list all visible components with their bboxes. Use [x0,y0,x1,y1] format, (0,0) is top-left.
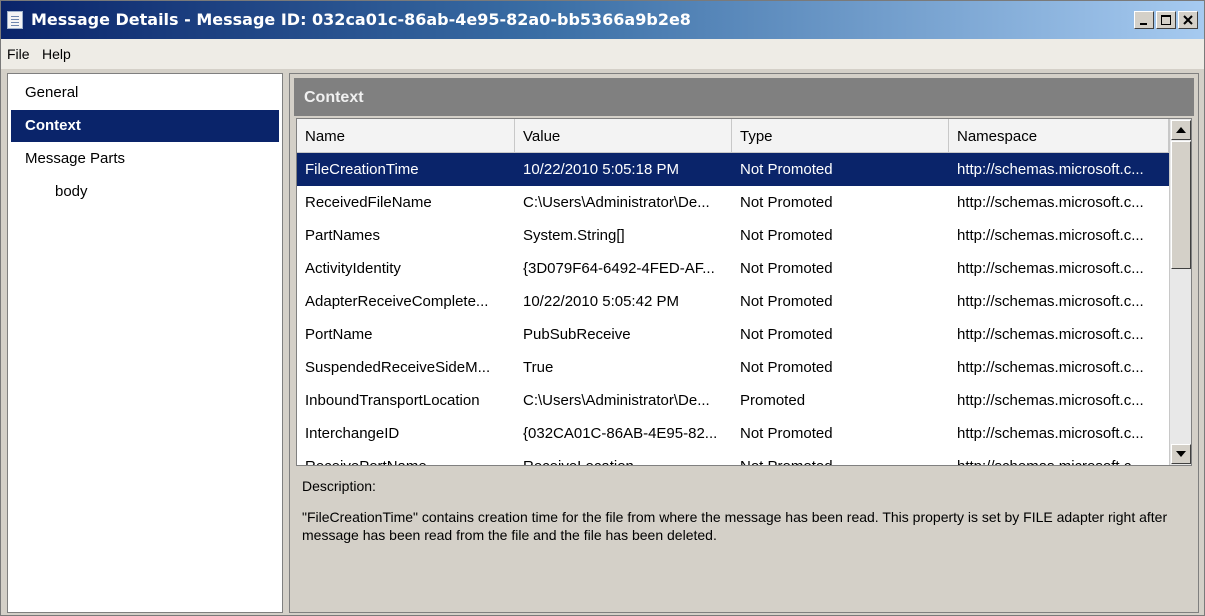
menu-bar: File Help [1,39,1204,69]
column-header-namespace[interactable]: Namespace [949,119,1169,152]
cell-name: InterchangeID [305,425,400,442]
close-button[interactable] [1178,11,1198,29]
close-icon [1183,15,1193,25]
cell-namespace: http://schemas.microsoft.c... [957,293,1144,310]
cell-type: Not Promoted [740,425,833,442]
cell-type: Not Promoted [740,227,833,244]
column-header-type[interactable]: Type [732,119,949,152]
table-row[interactable]: SuspendedReceiveSideM... True Not Promoted… [297,351,1169,384]
minimize-button[interactable] [1134,11,1154,29]
cell-type: Not Promoted [740,326,833,343]
description-label: Description: [302,478,376,494]
cell-type: Not Promoted [740,260,833,277]
cell-value: True [523,359,554,376]
cell-namespace: http://schemas.microsoft.c... [957,260,1144,277]
menu-help[interactable]: Help [42,46,71,62]
cell-type: Not Promoted [740,161,833,178]
table-row[interactable]: AdapterReceiveComplete... 10/22/2010 5:05… [297,285,1169,318]
cell-value: C:\Users\Administrator\De... [523,392,710,409]
table-row[interactable]: InboundTransportLocation C:\Users\Adminis… [297,384,1169,417]
title-bar[interactable]: Message Details - Message ID: 032ca01c-8… [1,1,1204,39]
cell-type: Not Promoted [740,359,833,376]
arrow-down-icon [1176,451,1186,457]
window-controls [1134,11,1198,29]
window-title: Message Details - Message ID: 032ca01c-8… [31,10,691,29]
cell-namespace: http://schemas.microsoft.c... [957,326,1144,343]
grid-header: Name Value Type Namespace [297,119,1169,153]
table-row[interactable]: ReceivedFileName C:\Users\Administrator\D… [297,186,1169,219]
table-row[interactable]: ActivityIdentity {3D079F64-6492-4FED-AF..… [297,252,1169,285]
cell-name: FileCreationTime [305,161,419,178]
cell-name: ReceivePortName [297,450,515,465]
cell-type: Promoted [740,392,806,409]
navigation-pane: General Context Message Parts body [7,73,283,613]
vertical-scrollbar[interactable] [1169,119,1191,465]
cell-value: System.String[] [523,227,625,244]
cell-value: 10/22/2010 5:05:18 PM [523,161,679,178]
cell-name: SuspendedReceiveSideM... [305,359,491,376]
message-details-window: Message Details - Message ID: 032ca01c-8… [0,0,1205,616]
cell-value: ReceiveLocation... [515,450,732,465]
description-text: "FileCreationTime" contains creation tim… [302,509,1168,543]
cell-name: ReceivedFileName [305,194,432,211]
arrow-up-icon [1176,127,1186,133]
context-header: Context [294,78,1194,116]
maximize-button[interactable] [1156,11,1176,29]
table-row[interactable]: ReceivePortNameReceiveLocation...Not Pro… [297,450,1169,465]
maximize-icon [1161,15,1171,25]
cell-value: 10/22/2010 5:05:42 PM [523,293,679,310]
cell-type: Not Promoted [732,450,949,465]
table-row[interactable]: InterchangeID {032CA01C-86AB-4E95-82... No… [297,417,1169,450]
description-panel: Description: "FileCreationTime" contains… [302,478,1182,544]
scroll-down-button[interactable] [1171,444,1191,464]
context-pane: Context Name Value Type Namespace FileCr… [289,73,1199,613]
cell-namespace: http://schemas.microsoft.c... [957,425,1144,442]
table-row[interactable]: FileCreationTime 10/22/2010 5:05:18 PM Not… [297,153,1169,186]
cell-value: PubSubReceive [523,326,631,343]
table-row[interactable]: PortName PubSubReceive Not Promoted http://… [297,318,1169,351]
nav-item-body[interactable]: body [11,176,279,208]
cell-value: {032CA01C-86AB-4E95-82... [523,425,718,442]
cell-namespace: http://schemas.microsoft.c... [957,161,1144,178]
cell-namespace: http://schemas.microsoft.c... [957,392,1144,409]
menu-file[interactable]: File [7,46,30,62]
nav-item-context[interactable]: Context [11,110,279,142]
cell-namespace: http://schemas.microsoft.c... [957,359,1144,376]
grid-body: FileCreationTime 10/22/2010 5:05:18 PM Not… [297,153,1169,465]
scroll-thumb[interactable] [1171,141,1191,269]
scroll-up-button[interactable] [1171,120,1191,140]
cell-value: {3D079F64-6492-4FED-AF... [523,260,715,277]
nav-item-general[interactable]: General [11,77,279,109]
cell-name: ActivityIdentity [305,260,401,277]
cell-namespace: http://schemas.microsoft.c... [957,194,1144,211]
cell-name: PartNames [305,227,381,244]
column-header-name[interactable]: Name [297,119,515,152]
table-row[interactable]: PartNames System.String[] Not Promoted http… [297,219,1169,252]
document-icon [7,11,23,29]
minimize-icon [1140,23,1147,25]
cell-name: AdapterReceiveComplete... [305,293,489,310]
column-header-value[interactable]: Value [515,119,732,152]
cell-name: InboundTransportLocation [305,392,480,409]
cell-type: Not Promoted [740,194,833,211]
cell-namespace: http://schemas.microsoft.c... [949,450,1169,465]
nav-item-message-parts[interactable]: Message Parts [11,143,279,175]
cell-value: C:\Users\Administrator\De... [523,194,710,211]
context-properties-grid: Name Value Type Namespace FileCreationTi… [296,118,1192,466]
cell-namespace: http://schemas.microsoft.c... [957,227,1144,244]
cell-name: PortName [305,326,373,343]
cell-type: Not Promoted [740,293,833,310]
